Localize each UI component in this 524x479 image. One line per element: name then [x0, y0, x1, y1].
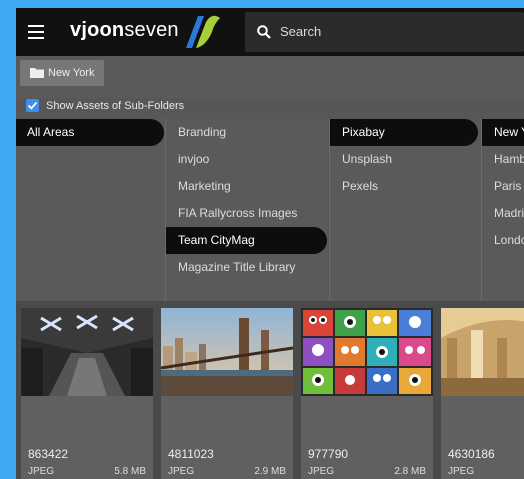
- asset-type: JPEG: [308, 466, 335, 477]
- group-item-marketing[interactable]: Marketing: [166, 173, 231, 200]
- asset-type: JPEG: [28, 466, 55, 477]
- sources-column: Pixabay Unsplash Pexels: [330, 119, 481, 301]
- asset-card[interactable]: 4630186 JPEG: [441, 308, 524, 479]
- city-item-new-york[interactable]: New Y: [482, 119, 524, 146]
- source-item-pexels[interactable]: Pexels: [330, 173, 378, 200]
- menu-icon[interactable]: [28, 25, 44, 39]
- asset-size: 2.8 MB: [394, 466, 426, 477]
- asset-id: 863422: [28, 447, 69, 461]
- city-item-london[interactable]: Londo: [482, 227, 524, 254]
- city-item-paris[interactable]: Paris: [482, 173, 521, 200]
- group-item-magazine-title-library[interactable]: Magazine Title Library: [166, 254, 295, 281]
- asset-card[interactable]: 4811023 JPEG 2.9 MB: [161, 308, 293, 479]
- asset-thumbnail: [301, 308, 433, 396]
- app-window: vjoonseven Search New York Show Assets o…: [16, 8, 524, 479]
- city-item-madrid[interactable]: Madri: [482, 200, 524, 227]
- breadcrumb-folder-button[interactable]: New York: [20, 60, 105, 86]
- asset-card[interactable]: 863422 JPEG 5.8 MB: [21, 308, 153, 479]
- asset-thumbnail: [161, 308, 293, 396]
- area-item-all-areas[interactable]: All Areas: [16, 119, 164, 146]
- city-item-hamburg[interactable]: Hamb: [482, 146, 524, 173]
- logo-mark-icon: [186, 15, 220, 48]
- asset-type: JPEG: [168, 466, 195, 477]
- show-subfolders-label: Show Assets of Sub-Folders: [46, 100, 185, 112]
- asset-type: JPEG: [448, 466, 475, 477]
- folder-icon: [30, 68, 44, 78]
- source-item-pixabay[interactable]: Pixabay: [330, 119, 478, 146]
- asset-grid: 863422 JPEG 5.8 MB 4811023 JPEG 2.9 MB 9…: [16, 301, 524, 479]
- asset-size: 5.8 MB: [114, 466, 146, 477]
- group-item-team-citymag[interactable]: Team CityMag: [166, 227, 327, 254]
- logo: vjoonseven: [70, 19, 179, 42]
- asset-id: 977790: [308, 447, 349, 461]
- search-icon: [257, 25, 271, 39]
- breadcrumb: New York: [16, 56, 524, 98]
- breadcrumb-label: New York: [48, 67, 95, 79]
- asset-id: 4811023: [168, 447, 214, 461]
- logo-light-text: seven: [124, 19, 179, 41]
- cities-column: New Y Hamb Paris Madri Londo: [482, 119, 524, 301]
- source-item-unsplash[interactable]: Unsplash: [330, 146, 392, 173]
- asset-id: 4630186: [448, 447, 495, 461]
- asset-thumbnail: [21, 308, 153, 396]
- asset-card[interactable]: 977790 JPEG 2.8 MB: [301, 308, 433, 479]
- search-input[interactable]: Search: [245, 12, 524, 52]
- group-item-branding[interactable]: Branding: [166, 119, 226, 146]
- folder-columns: All Areas Branding invjoo Marketing FIA …: [16, 119, 524, 301]
- logo-bold-text: vjoon: [70, 19, 125, 41]
- show-subfolders-checkbox[interactable]: Show Assets of Sub-Folders: [26, 99, 184, 113]
- asset-thumbnail: [441, 308, 524, 396]
- group-item-invjoo[interactable]: invjoo: [166, 146, 209, 173]
- areas-column: All Areas: [16, 119, 166, 301]
- group-item-fia-rallycross-images[interactable]: FIA Rallycross Images: [166, 200, 297, 227]
- groups-column: Branding invjoo Marketing FIA Rallycross…: [166, 119, 328, 301]
- top-bar: vjoonseven Search: [16, 8, 524, 56]
- asset-size: 2.9 MB: [254, 466, 286, 477]
- search-placeholder: Search: [280, 24, 322, 39]
- checkbox-checked-icon: [26, 99, 39, 112]
